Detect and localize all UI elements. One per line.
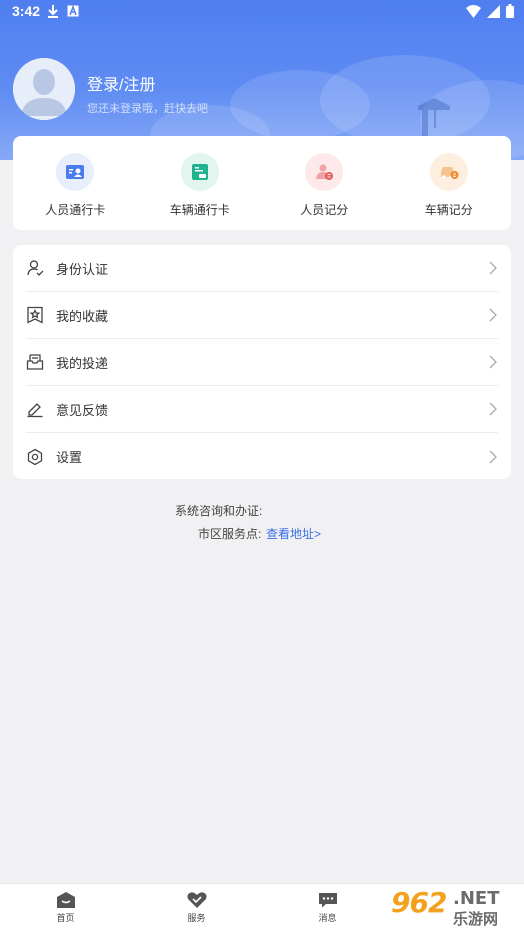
font-a-icon bbox=[67, 5, 79, 17]
quick-car-score[interactable]: 车辆记分 bbox=[387, 136, 512, 230]
chevron-right-icon bbox=[489, 402, 497, 416]
avatar[interactable] bbox=[13, 58, 75, 120]
menu-feedback[interactable]: 意见反馈 bbox=[26, 386, 498, 433]
download-icon bbox=[48, 5, 58, 18]
watermark-logo: 962 .NET 乐游网 bbox=[385, 886, 520, 928]
tab-home[interactable]: 首页 bbox=[0, 884, 131, 931]
quick-label: 人员通行卡 bbox=[45, 203, 106, 217]
menu-label: 身份认证 bbox=[56, 261, 109, 277]
tab-label: 消息 bbox=[318, 913, 337, 923]
quick-vehicle-pass[interactable]: 车辆通行卡 bbox=[138, 136, 263, 230]
status-time: 3:42 bbox=[12, 3, 41, 19]
quick-label: 人员记分 bbox=[300, 203, 349, 217]
quick-person-score[interactable]: 人员记分 bbox=[262, 136, 387, 230]
quick-label: 车辆通行卡 bbox=[169, 203, 230, 217]
menu-label: 意见反馈 bbox=[56, 402, 109, 418]
status-bar: 3:42 bbox=[0, 0, 524, 24]
chevron-right-icon bbox=[489, 450, 497, 463]
menu-my-favorites[interactable]: 我的收藏 bbox=[26, 292, 498, 339]
wifi-icon bbox=[466, 4, 481, 18]
chevron-right-icon bbox=[489, 261, 497, 275]
watermark-number: 962 bbox=[391, 886, 447, 919]
login-register-link[interactable]: 登录/注册 bbox=[87, 71, 155, 95]
login-hint-text: 您还未登录哦，赶快去吧 bbox=[87, 103, 208, 115]
consult-info-text: 系统咨询和办证: bbox=[175, 504, 263, 518]
tab-label: 首页 bbox=[56, 913, 75, 923]
default-avatar-icon bbox=[13, 58, 75, 120]
user-verify-icon bbox=[26, 259, 44, 277]
bookmark-star-icon bbox=[26, 306, 44, 324]
menu-label: 设置 bbox=[56, 450, 83, 465]
service-point-label: 市区服务点: bbox=[198, 527, 262, 541]
watermark-site-name: 乐游网 bbox=[453, 911, 499, 928]
crane-silhouette-icon bbox=[418, 98, 450, 142]
menu-label: 我的收藏 bbox=[56, 308, 109, 324]
tab-service[interactable]: 服务 bbox=[131, 884, 262, 931]
tab-label: 服务 bbox=[187, 913, 206, 923]
menu-card: 身份认证 我的收藏 我的投递 意见反馈 设置 bbox=[13, 245, 511, 479]
vehicle-card-icon bbox=[180, 153, 219, 191]
service-icon bbox=[186, 892, 207, 908]
menu-my-submissions[interactable]: 我的投递 bbox=[26, 339, 498, 386]
menu-label: 我的投递 bbox=[56, 355, 109, 371]
car-score-icon bbox=[429, 153, 468, 191]
home-icon bbox=[56, 892, 75, 908]
view-address-link[interactable]: 查看地址> bbox=[266, 525, 321, 542]
watermark-net: .NET bbox=[453, 888, 500, 909]
quick-actions-card: 人员通行卡 车辆通行卡 人员记分 车辆记分 bbox=[13, 136, 511, 230]
signal-icon bbox=[487, 4, 500, 18]
chevron-right-icon bbox=[489, 308, 497, 322]
gear-icon bbox=[26, 448, 44, 466]
tab-message[interactable]: 消息 bbox=[262, 884, 393, 931]
pencil-icon bbox=[26, 400, 44, 418]
person-card-icon bbox=[56, 153, 95, 191]
quick-person-pass[interactable]: 人员通行卡 bbox=[13, 136, 138, 230]
chevron-right-icon bbox=[489, 355, 497, 369]
inbox-icon bbox=[26, 353, 44, 371]
menu-settings[interactable]: 设置 bbox=[26, 433, 498, 480]
message-icon bbox=[318, 893, 337, 908]
battery-icon bbox=[506, 4, 514, 18]
person-score-icon bbox=[305, 153, 344, 191]
quick-label: 车辆记分 bbox=[424, 203, 473, 217]
menu-identity-verification[interactable]: 身份认证 bbox=[26, 245, 498, 292]
